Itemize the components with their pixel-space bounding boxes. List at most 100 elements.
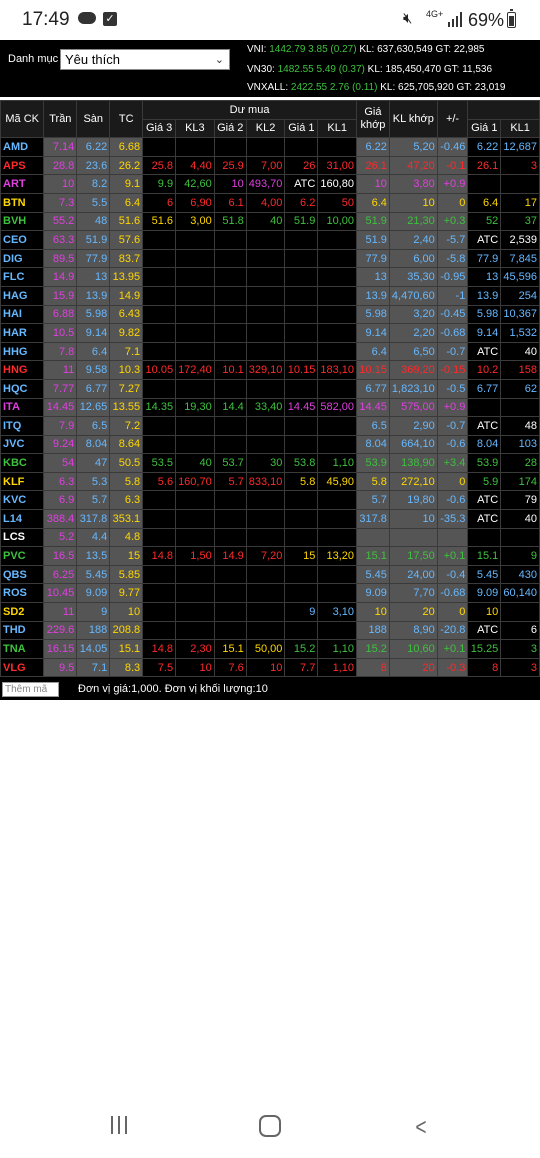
floor-cell: 5.45 bbox=[76, 564, 111, 585]
match-vol-cell: 3,20 bbox=[388, 304, 438, 325]
table-row[interactable]: ITA 14.45 12.65 13.55 14.35 19,30 14.4 33,40 14.… bbox=[0, 397, 540, 418]
ceil-cell: 7.9 bbox=[43, 416, 78, 436]
table-row[interactable]: APS 28.8 23.6 26.2 25.8 4,40 25.9 7,00 26 31,00 26… bbox=[0, 155, 540, 176]
col-bid-vol1[interactable]: KL1 bbox=[317, 118, 357, 139]
ask-price1-cell: ATC bbox=[467, 341, 502, 362]
table-row[interactable]: HNG 11 9.58 10.3 10.05 172,40 10.1 329,10 10.15 1… bbox=[0, 360, 540, 380]
table-row[interactable]: DIG 89.5 77.9 83.7 77.9 6,00 -5.8 77.9 7,845 bbox=[0, 248, 540, 269]
table-row[interactable]: ROS 10.45 9.09 9.77 9.09 7,70 -0.68 9.09 60,140 bbox=[0, 583, 540, 604]
col-ask-price1[interactable]: Giá 1 bbox=[467, 118, 502, 139]
table-row[interactable]: KLF 6.3 5.3 5.8 5.6 160,70 5.7 833,10 5.8 45,90 5.… bbox=[0, 471, 540, 492]
floor-cell: 14.05 bbox=[76, 639, 111, 659]
recent-apps-icon[interactable] bbox=[109, 1116, 131, 1136]
floor-cell: 12.65 bbox=[76, 397, 111, 418]
table-row[interactable]: KVC 6.9 5.7 6.3 5.7 19,80 -0.6 ATC 79 bbox=[0, 490, 540, 511]
col-bid-vol3[interactable]: KL3 bbox=[175, 118, 215, 139]
table-row[interactable]: HQC 7.77 6.77 7.27 6.77 1,823,10 -0.5 6.77 62 bbox=[0, 378, 540, 399]
table-row[interactable]: ART 10 8.2 9.1 9.9 42,60 10 493,70 ATC 160,80 10 3,… bbox=[0, 174, 540, 194]
table-row[interactable]: FLC 14.9 13 13.95 13 35,30 -0.95 13 45,596 bbox=[0, 267, 540, 287]
ask-price1-cell bbox=[467, 397, 502, 418]
match-price-cell: 51.9 bbox=[355, 211, 390, 232]
ceil-cell: 11 bbox=[43, 360, 78, 380]
match-vol-cell: 272,10 bbox=[388, 471, 438, 492]
match-price-cell: 13 bbox=[355, 267, 390, 287]
col-match-price[interactable]: Giá khớp bbox=[355, 100, 390, 139]
table-row[interactable]: ITQ 7.9 6.5 7.2 6.5 2,90 -0.7 ATC 48 bbox=[0, 416, 540, 436]
change-cell: -0.6 bbox=[436, 434, 469, 455]
col-bid-vol2[interactable]: KL2 bbox=[245, 118, 286, 139]
back-icon[interactable]: < bbox=[415, 1114, 426, 1142]
bid-vol2-cell: 30 bbox=[245, 453, 286, 473]
bid-price3-cell bbox=[142, 137, 177, 157]
table-row[interactable]: VLG 9.5 7.1 8.3 7.5 10 7.6 10 7.7 1,10 8 20 -0.3 8 3 bbox=[0, 657, 540, 678]
table-row[interactable]: THD 229.6 188 208.8 188 8,90 -20.8 ATC 6 bbox=[0, 620, 540, 641]
ask-price1-cell: 9.09 bbox=[467, 583, 502, 604]
bid-price2-cell: 6.1 bbox=[213, 192, 247, 213]
table-row[interactable]: HHG 7.8 6.4 7.1 6.4 6,50 -0.7 ATC 40 bbox=[0, 341, 540, 362]
table-row[interactable]: PVC 16.5 13.5 15 14.8 1,50 14.9 7,20 15 13,20 15.1… bbox=[0, 546, 540, 566]
col-ceil[interactable]: Trần bbox=[43, 100, 78, 139]
col-bid-price1[interactable]: Giá 1 bbox=[284, 118, 319, 139]
ceil-cell: 5.2 bbox=[43, 527, 78, 548]
bid-vol2-cell: 40 bbox=[245, 211, 286, 232]
table-row[interactable]: AMD 7.14 6.22 6.68 6.22 5,20 -0.46 6.22 12,687 bbox=[0, 137, 540, 157]
bid-vol2-cell bbox=[245, 509, 286, 529]
table-row[interactable]: TNA 16.15 14.05 15.1 14.8 2,30 15.1 50,00 15.2 1,… bbox=[0, 639, 540, 659]
match-price-cell: 317.8 bbox=[355, 509, 390, 529]
index-name: VNI: bbox=[247, 44, 267, 55]
floor-cell: 188 bbox=[76, 620, 111, 641]
bid-price1-cell bbox=[284, 304, 319, 325]
bid-vol2-cell bbox=[245, 620, 286, 641]
col-change[interactable]: +/- bbox=[436, 100, 469, 139]
floor-cell: 8.04 bbox=[76, 434, 111, 455]
ref-cell: 15 bbox=[109, 546, 144, 566]
table-row[interactable]: LCS 5.2 4.4 4.8 bbox=[0, 527, 540, 548]
table-row[interactable]: HAI 6.88 5.98 6.43 5.98 3,20 -0.45 5.98 10,367 bbox=[0, 304, 540, 325]
match-vol-cell: 10,60 bbox=[388, 639, 438, 659]
col-match-vol[interactable]: KL khớp bbox=[388, 100, 438, 139]
add-symbol-input[interactable]: Thêm mã bbox=[2, 682, 59, 697]
ref-cell: 9.82 bbox=[109, 323, 144, 343]
col-ref[interactable]: TC bbox=[109, 100, 144, 139]
match-price-cell: 53.9 bbox=[355, 453, 390, 473]
table-row[interactable]: HAG 15.9 13.9 14.9 13.9 4,470,60 -1 13.9 254 bbox=[0, 285, 540, 306]
ceil-cell: 7.3 bbox=[43, 192, 78, 213]
ask-price1-cell: 77.9 bbox=[467, 248, 502, 269]
watchlist-select[interactable]: Yêu thích ⌄ bbox=[60, 49, 230, 70]
status-time: 17:49 bbox=[22, 9, 70, 30]
table-row[interactable]: KBC 54 47 50.5 53.5 40 53.7 30 53.8 1,10 53.9 138,9… bbox=[0, 453, 540, 473]
ceil-cell: 7.8 bbox=[43, 341, 78, 362]
bid-vol3-cell bbox=[175, 285, 215, 306]
ref-cell: 15.1 bbox=[109, 639, 144, 659]
col-bid-price3[interactable]: Giá 3 bbox=[142, 118, 177, 139]
bid-vol1-cell: 31,00 bbox=[317, 155, 357, 176]
table-row[interactable]: L14 388.4 317.8 353.1 317.8 10 -35.3 ATC 40 bbox=[0, 509, 540, 529]
index-value: 2422.55 bbox=[290, 82, 328, 93]
bid-vol2-cell bbox=[245, 137, 286, 157]
bid-vol3-cell bbox=[175, 304, 215, 325]
table-row[interactable]: SD2 11 9 10 9 3,10 10 20 0 10 bbox=[0, 602, 540, 622]
bid-vol1-cell: 160,80 bbox=[317, 174, 357, 194]
col-bid-price2[interactable]: Giá 2 bbox=[213, 118, 247, 139]
bid-price1-cell bbox=[284, 267, 319, 287]
col-floor[interactable]: Sàn bbox=[76, 100, 111, 139]
table-row[interactable]: JVC 9.24 8.04 8.64 8.04 664,10 -0.6 8.04 103 bbox=[0, 434, 540, 455]
col-ask-vol1[interactable]: KL1 bbox=[500, 118, 540, 139]
table-row[interactable]: CEO 63.3 51.9 57.6 51.9 2,40 -5.7 ATC 2,539 bbox=[0, 230, 540, 250]
home-icon[interactable] bbox=[259, 1115, 281, 1137]
ref-cell: 6.4 bbox=[109, 192, 144, 213]
bid-vol2-cell: 4,00 bbox=[245, 192, 286, 213]
col-symbol[interactable]: Mã CK bbox=[0, 100, 45, 139]
table-row[interactable]: BTN 7.3 5.5 6.4 6 6,90 6.1 4,00 6.2 50 6.4 10 0 6.4 17 bbox=[0, 192, 540, 213]
table-row[interactable]: BVH 55.2 48 51.6 51.6 3,00 51.8 40 51.9 10,00 51.9… bbox=[0, 211, 540, 232]
ref-cell: 5.8 bbox=[109, 471, 144, 492]
ceil-cell: 229.6 bbox=[43, 620, 78, 641]
change-cell: +0.9 bbox=[436, 397, 469, 418]
table-row[interactable]: HAR 10.5 9.14 9.82 9.14 2,20 -0.68 9.14 1,532 bbox=[0, 323, 540, 343]
bid-vol3-cell bbox=[175, 323, 215, 343]
ceil-cell: 7.14 bbox=[43, 137, 78, 157]
ask-vol1-cell: 40 bbox=[500, 341, 540, 362]
bid-vol3-cell: 10 bbox=[175, 657, 215, 678]
bid-price3-cell: 25.8 bbox=[142, 155, 177, 176]
table-row[interactable]: QBS 6.25 5.45 5.85 5.45 24,00 -0.4 5.45 430 bbox=[0, 564, 540, 585]
